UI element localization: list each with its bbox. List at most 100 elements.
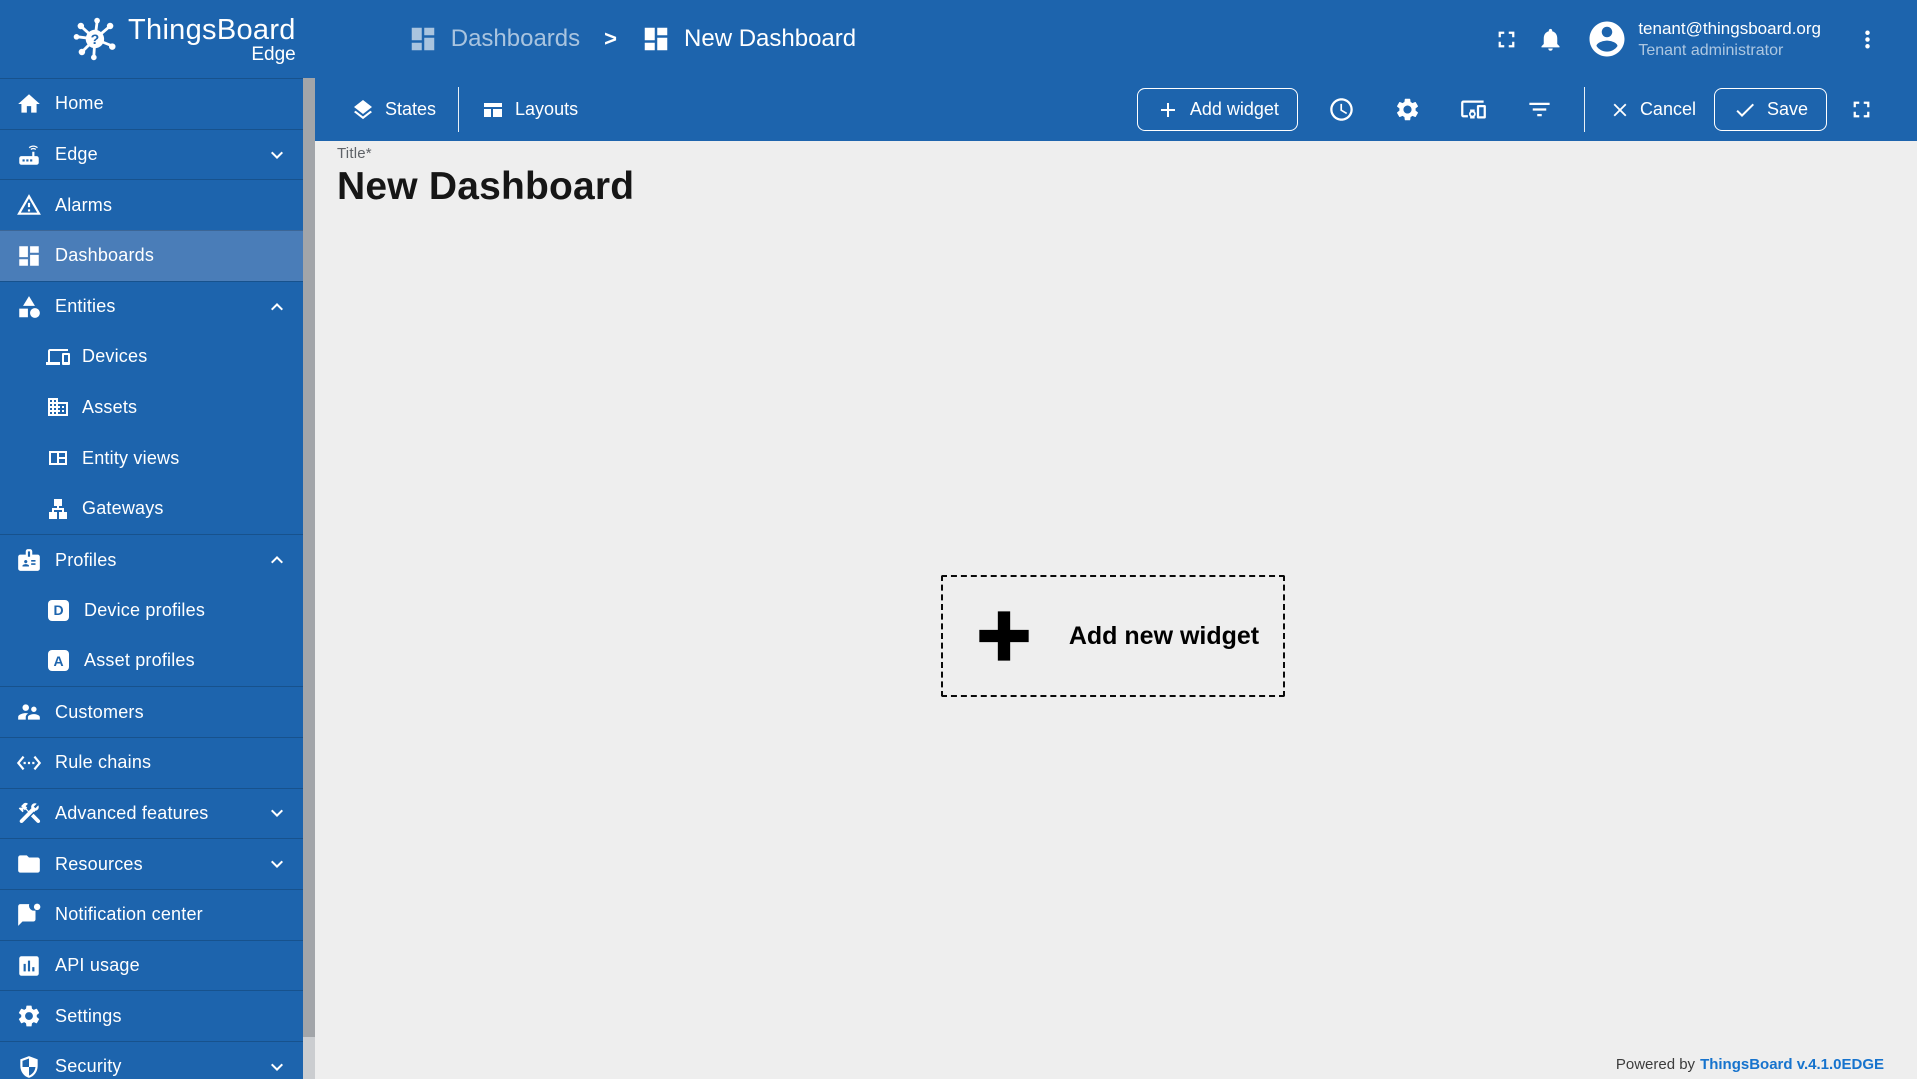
save-label: Save xyxy=(1766,99,1808,119)
filters-button[interactable] xyxy=(1518,88,1562,132)
breadcrumb-dashboards[interactable]: Dashboards xyxy=(408,24,580,54)
logo-text: ThingsBoard Edge xyxy=(128,15,296,64)
sidebar-item-alarms[interactable]: Alarms xyxy=(0,179,303,230)
api-usage-icon xyxy=(19,955,39,976)
sidebar-item-label: API usage xyxy=(55,955,140,976)
dashboards-icon xyxy=(19,246,39,266)
customers-icon xyxy=(18,704,40,720)
thingsboard-logo-icon: ? xyxy=(73,17,116,61)
badge-icon xyxy=(18,549,40,571)
sidebar-item-label: Assets xyxy=(82,396,138,417)
sidebar-item-dashboards[interactable]: Dashboards xyxy=(0,230,303,281)
sidebar-item-label: Profiles xyxy=(55,549,117,570)
powered-by-footer: Powered by ThingsBoard v.4.1.0EDGE xyxy=(1616,1056,1884,1073)
user-info[interactable]: tenant@thingsboard.org Tenant administra… xyxy=(1638,17,1821,61)
toolbar-divider xyxy=(458,87,460,132)
states-label: States xyxy=(385,99,437,119)
sidebar-scrollbar[interactable] xyxy=(303,78,315,1079)
more-menu-button[interactable] xyxy=(1845,17,1889,61)
chevron-up-icon xyxy=(271,556,283,564)
sidebar-item-devices[interactable]: Devices xyxy=(0,331,303,382)
breadcrumb-new-dashboard: New Dashboard xyxy=(641,24,856,54)
layers-icon xyxy=(354,99,372,119)
rule-chain-icon xyxy=(16,755,42,770)
home-icon xyxy=(18,94,40,113)
sidebar-item-device-profiles[interactable]: D Device profiles xyxy=(0,585,303,636)
sidebar-item-resources[interactable]: Resources xyxy=(0,838,303,889)
notifications-button[interactable] xyxy=(1528,17,1572,61)
sidebar-item-profiles[interactable]: Profiles xyxy=(0,534,303,585)
page-title[interactable]: New Dashboard xyxy=(337,165,634,209)
cancel-button[interactable]: Cancel xyxy=(1597,88,1708,132)
check-icon xyxy=(1736,103,1754,117)
sidebar-item-notification-center[interactable]: Notification center xyxy=(0,889,303,940)
layouts-button[interactable]: Layouts xyxy=(481,98,578,122)
title-block: Title* New Dashboard xyxy=(337,145,634,209)
sidebar-item-label: Gateways xyxy=(82,498,164,519)
breadcrumb: Dashboards > New Dashboard xyxy=(408,24,856,54)
gear-icon xyxy=(18,1005,40,1027)
sidebar-item-label: Device profiles xyxy=(84,599,206,620)
sidebar-item-label: Dashboards xyxy=(55,245,155,266)
dashboard-settings-button[interactable] xyxy=(1386,88,1430,132)
user-avatar[interactable] xyxy=(1586,18,1628,60)
breadcrumb-label: New Dashboard xyxy=(684,25,857,52)
thingsboard-logo[interactable]: ? ThingsBoard Edge xyxy=(70,13,296,65)
save-button[interactable]: Save xyxy=(1713,88,1827,131)
sidebar-item-label: Devices xyxy=(82,346,148,367)
device-profile-icon: D xyxy=(48,599,69,621)
toolbar-divider xyxy=(1583,87,1585,132)
domain-icon xyxy=(48,398,68,417)
sidebar-item-label: Settings xyxy=(55,1005,122,1026)
account-circle-icon xyxy=(1589,21,1625,57)
dashboard-content: Title* New Dashboard Add new widget Powe… xyxy=(315,141,1917,1079)
more-vert-icon xyxy=(1864,30,1870,48)
sidebar-item-label: Advanced features xyxy=(55,802,209,823)
sidebar-item-assets[interactable]: Assets xyxy=(0,382,303,433)
add-new-widget-box[interactable]: Add new widget xyxy=(941,575,1285,697)
user-email: tenant@thingsboard.org xyxy=(1638,19,1821,38)
sidebar-item-entities[interactable]: Entities xyxy=(0,280,303,332)
logo-subtitle: Edge xyxy=(251,43,296,65)
sidebar-item-settings[interactable]: Settings xyxy=(0,990,303,1041)
fullscreen-icon xyxy=(1853,101,1869,118)
fullscreen-button[interactable] xyxy=(1484,17,1528,61)
sidebar-item-advanced-features[interactable]: Advanced features xyxy=(0,787,303,839)
sidebar-item-security[interactable]: Security xyxy=(0,1041,303,1079)
toolbar-right: Add widget Cancel Save xyxy=(1136,87,1883,132)
toolbar-fullscreen-button[interactable] xyxy=(1839,88,1883,132)
sidebar-item-label: Notification center xyxy=(55,904,203,925)
shield-icon xyxy=(20,1056,38,1078)
category-icon xyxy=(19,295,40,318)
entity-aliases-button[interactable] xyxy=(1452,88,1496,132)
plus-icon xyxy=(979,611,1029,661)
states-button[interactable]: States xyxy=(351,98,436,122)
powered-by-text: Powered by xyxy=(1615,1056,1696,1073)
entity-aliases-icon xyxy=(1461,100,1487,119)
sidebar-item-api-usage[interactable]: API usage xyxy=(0,939,303,991)
main-column: States Layouts Add widget Cancel Save Ti… xyxy=(315,78,1917,1079)
sidebar-item-entity-views[interactable]: Entity views xyxy=(0,433,303,484)
chevron-down-icon xyxy=(271,1063,283,1071)
sidebar-item-customers[interactable]: Customers xyxy=(0,686,303,737)
add-widget-button[interactable]: Add widget xyxy=(1136,88,1298,131)
layouts-icon xyxy=(484,102,503,117)
logo-title: ThingsBoard xyxy=(128,13,296,46)
sidebar-item-gateways[interactable]: Gateways xyxy=(0,484,303,535)
sidebar-item-edge[interactable]: Edge xyxy=(0,128,303,180)
layouts-label: Layouts xyxy=(515,99,579,119)
devices-icon xyxy=(46,348,70,365)
sidebar-item-rule-chains[interactable]: Rule chains xyxy=(0,736,303,788)
scrollbar-thumb[interactable] xyxy=(303,78,315,1037)
sidebar-item-label: Home xyxy=(55,93,104,114)
sidebar-item-asset-profiles[interactable]: A Asset profiles xyxy=(0,636,303,687)
gear-icon xyxy=(1397,98,1419,121)
sidebar-item-home[interactable]: Home xyxy=(0,78,303,129)
sidebar-item-label: Asset profiles xyxy=(84,650,195,671)
plus-icon xyxy=(1160,102,1175,117)
version-link[interactable]: ThingsBoard v.4.1.0EDGE xyxy=(1700,1056,1884,1073)
sidebar-item-label: Edge xyxy=(55,144,98,165)
time-window-button[interactable] xyxy=(1320,88,1364,132)
asset-profile-icon: A xyxy=(48,650,69,672)
filter-icon xyxy=(1529,102,1551,117)
